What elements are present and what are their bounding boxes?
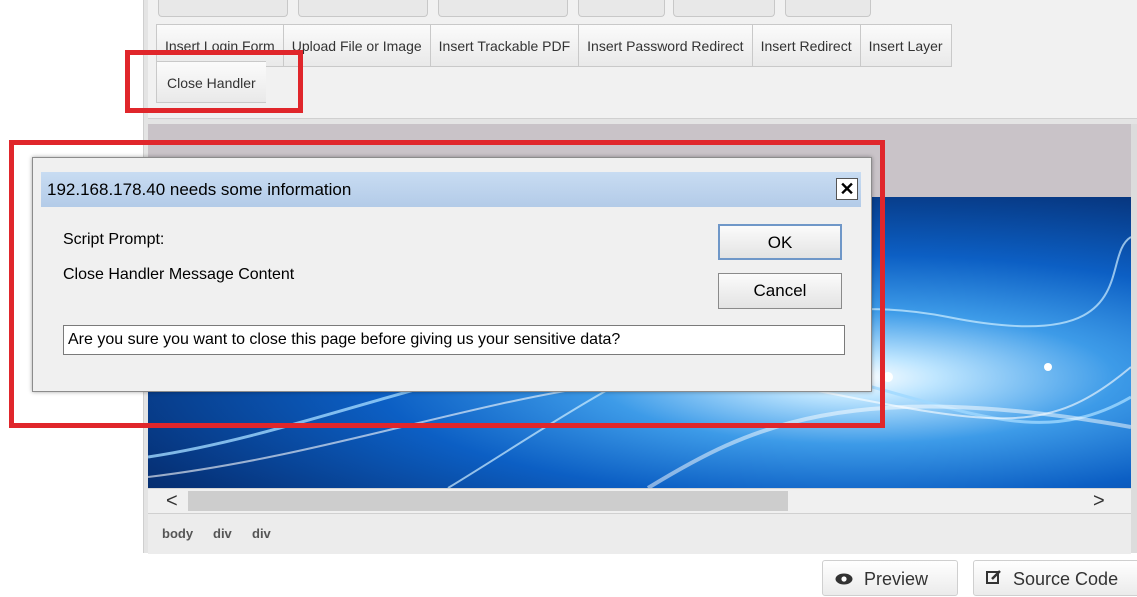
highlight-box-close-handler (125, 50, 303, 113)
insert-trackable-pdf-button[interactable]: Insert Trackable PDF (429, 24, 579, 67)
vertical-scrollbar[interactable] (1131, 124, 1137, 553)
element-path-bar: body div div (148, 513, 1131, 554)
toolbar-top-tab[interactable] (578, 0, 665, 17)
preview-button[interactable]: Preview (822, 560, 958, 596)
path-item-body[interactable]: body (162, 514, 193, 554)
source-code-button[interactable]: Source Code (973, 560, 1137, 596)
eye-icon (835, 569, 858, 589)
preview-label: Preview (864, 569, 929, 589)
toolbar-top-tab[interactable] (785, 0, 871, 17)
insert-redirect-button[interactable]: Insert Redirect (751, 24, 860, 67)
path-item-div[interactable]: div (213, 514, 232, 554)
toolbar-top-tab[interactable] (298, 0, 428, 17)
insert-layer-button[interactable]: Insert Layer (859, 24, 952, 67)
scroll-left-icon[interactable]: < (166, 489, 178, 513)
path-item-div[interactable]: div (252, 514, 271, 554)
horizontal-scrollbar[interactable]: < > (148, 488, 1131, 513)
toolbar-top-tab[interactable] (673, 0, 775, 17)
edit-icon (986, 569, 1007, 589)
insert-password-redirect-button[interactable]: Insert Password Redirect (578, 24, 752, 67)
scroll-thumb[interactable] (188, 491, 788, 511)
toolbar-top-tab[interactable] (438, 0, 568, 17)
highlight-box-dialog (9, 140, 885, 428)
toolbar-top-tab[interactable] (158, 0, 288, 17)
source-code-label: Source Code (1013, 569, 1119, 589)
scroll-right-icon[interactable]: > (1093, 489, 1105, 513)
upload-file-button[interactable]: Upload File or Image (282, 24, 430, 67)
